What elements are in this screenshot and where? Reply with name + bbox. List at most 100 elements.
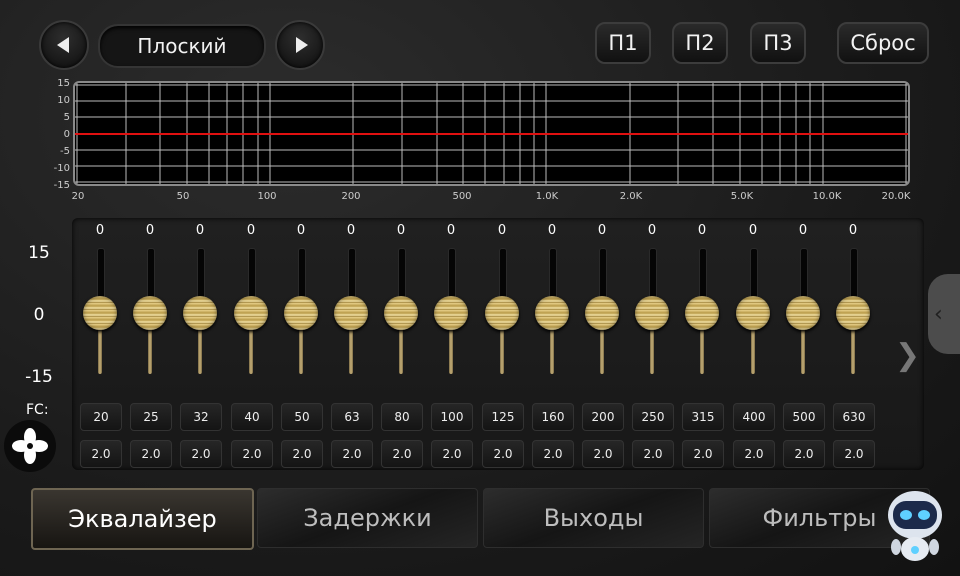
eq-band[interactable]: 0 32 2.0 — [176, 218, 224, 470]
slider-track-fill — [751, 326, 755, 374]
slider-track-fill — [801, 326, 805, 374]
next-preset-button[interactable] — [275, 20, 325, 70]
band-frequency-field[interactable]: 500 — [783, 403, 825, 431]
slider-knob[interactable] — [585, 296, 619, 330]
band-gain-value: 0 — [497, 223, 507, 238]
eq-band[interactable]: 0 315 2.0 — [678, 218, 726, 470]
reset-button[interactable]: Сброс — [837, 22, 929, 64]
slider-knob[interactable] — [183, 296, 217, 330]
graph-x-tick: 5.0K — [730, 191, 754, 202]
band-q-field[interactable]: 2.0 — [833, 440, 875, 468]
eq-band[interactable]: 0 630 2.0 — [829, 218, 877, 470]
tab-outputs[interactable]: Выходы — [483, 488, 704, 548]
graph-y-tick: 0 — [63, 129, 70, 140]
band-frequency-field[interactable]: 630 — [833, 403, 875, 431]
slider-knob[interactable] — [635, 296, 669, 330]
band-q-field[interactable]: 2.0 — [431, 440, 473, 468]
slider-knob[interactable] — [685, 296, 719, 330]
band-q-field[interactable]: 2.0 — [682, 440, 724, 468]
graph-x-tick: 100 — [257, 191, 277, 202]
eq-band[interactable]: 0 500 2.0 — [779, 218, 827, 470]
band-q-field[interactable]: 2.0 — [231, 440, 273, 468]
band-q-field[interactable]: 2.0 — [281, 440, 323, 468]
band-frequency-field[interactable]: 125 — [482, 403, 524, 431]
preset-p2-button[interactable]: П2 — [672, 22, 728, 64]
band-q-field[interactable]: 2.0 — [582, 440, 624, 468]
graph-y-tick: -10 — [53, 163, 70, 174]
prev-preset-button[interactable] — [39, 20, 89, 70]
band-q-field[interactable]: 2.0 — [80, 440, 122, 468]
band-gain-value: 0 — [296, 223, 306, 238]
eq-band[interactable]: 0 100 2.0 — [427, 218, 475, 470]
eq-band[interactable]: 0 125 2.0 — [478, 218, 526, 470]
band-gain-value: 0 — [597, 223, 607, 238]
fan-icon[interactable] — [4, 420, 56, 472]
chevron-right-icon[interactable]: ❯ — [895, 338, 920, 373]
slider-knob[interactable] — [384, 296, 418, 330]
graph-x-tick: 500 — [452, 191, 472, 202]
band-frequency-field[interactable]: 100 — [431, 403, 473, 431]
band-gain-value: 0 — [748, 223, 758, 238]
slider-track-fill — [600, 326, 604, 374]
band-q-field[interactable]: 2.0 — [130, 440, 172, 468]
band-frequency-field[interactable]: 32 — [180, 403, 222, 431]
slider-knob[interactable] — [736, 296, 770, 330]
slider-knob[interactable] — [284, 296, 318, 330]
graph-y-tick: 10 — [57, 95, 70, 106]
band-q-field[interactable]: 2.0 — [783, 440, 825, 468]
graph-x-tick: 1.0K — [535, 191, 559, 202]
band-q-field[interactable]: 2.0 — [482, 440, 524, 468]
eq-band[interactable]: 0 200 2.0 — [578, 218, 626, 470]
preset-p1-button[interactable]: П1 — [595, 22, 651, 64]
slider-knob[interactable] — [334, 296, 368, 330]
band-q-field[interactable]: 2.0 — [381, 440, 423, 468]
band-gain-value: 0 — [547, 223, 557, 238]
band-frequency-field[interactable]: 250 — [632, 403, 674, 431]
slider-track-fill — [249, 326, 253, 374]
graph-y-tick: -5 — [60, 146, 70, 157]
band-frequency-field[interactable]: 315 — [682, 403, 724, 431]
band-frequency-field[interactable]: 40 — [231, 403, 273, 431]
eq-band[interactable]: 0 63 2.0 — [327, 218, 375, 470]
preset-name-display[interactable]: Плоский — [98, 24, 266, 68]
band-q-field[interactable]: 2.0 — [180, 440, 222, 468]
band-gain-value: 0 — [145, 223, 155, 238]
slider-knob[interactable] — [133, 296, 167, 330]
slider-knob[interactable] — [786, 296, 820, 330]
side-drawer-handle[interactable]: ‹ — [928, 274, 960, 354]
slider-knob[interactable] — [535, 296, 569, 330]
slider-knob[interactable] — [485, 296, 519, 330]
robot-icon[interactable] — [884, 487, 946, 567]
scale-zero-label: 0 — [33, 305, 45, 325]
band-q-field[interactable]: 2.0 — [632, 440, 674, 468]
band-q-field[interactable]: 2.0 — [331, 440, 373, 468]
slider-knob[interactable] — [83, 296, 117, 330]
band-gain-value: 0 — [798, 223, 808, 238]
eq-band[interactable]: 0 20 2.0 — [76, 218, 124, 470]
tab-delays[interactable]: Задержки — [257, 488, 478, 548]
slider-knob[interactable] — [234, 296, 268, 330]
graph-y-tick: -15 — [53, 180, 70, 191]
eq-band[interactable]: 0 40 2.0 — [227, 218, 275, 470]
slider-knob[interactable] — [434, 296, 468, 330]
band-frequency-field[interactable]: 80 — [381, 403, 423, 431]
band-frequency-field[interactable]: 20 — [80, 403, 122, 431]
band-frequency-field[interactable]: 160 — [532, 403, 574, 431]
preset-p3-button[interactable]: П3 — [750, 22, 806, 64]
tab-equalizer[interactable]: Эквалайзер — [31, 488, 254, 550]
band-frequency-field[interactable]: 200 — [582, 403, 624, 431]
eq-band[interactable]: 0 80 2.0 — [377, 218, 425, 470]
slider-knob[interactable] — [836, 296, 870, 330]
eq-band[interactable]: 0 160 2.0 — [528, 218, 576, 470]
band-frequency-field[interactable]: 400 — [733, 403, 775, 431]
eq-band[interactable]: 0 50 2.0 — [277, 218, 325, 470]
band-q-field[interactable]: 2.0 — [532, 440, 574, 468]
eq-band[interactable]: 0 25 2.0 — [126, 218, 174, 470]
band-frequency-field[interactable]: 50 — [281, 403, 323, 431]
band-frequency-field[interactable]: 63 — [331, 403, 373, 431]
eq-band[interactable]: 0 250 2.0 — [628, 218, 676, 470]
eq-band[interactable]: 0 400 2.0 — [729, 218, 777, 470]
band-frequency-field[interactable]: 25 — [130, 403, 172, 431]
band-q-field[interactable]: 2.0 — [733, 440, 775, 468]
slider-track-fill — [700, 326, 704, 374]
